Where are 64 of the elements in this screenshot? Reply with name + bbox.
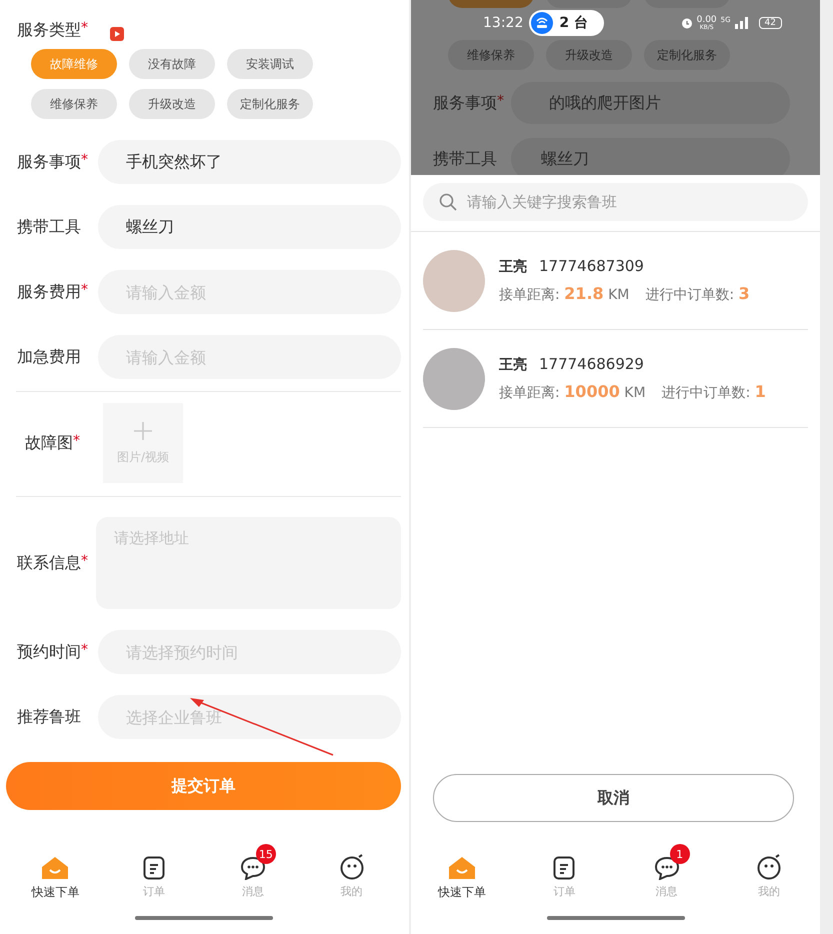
input-field: 的哦的爬开图片	[511, 82, 790, 124]
signal-icon	[734, 17, 749, 29]
service-type-chip[interactable]: 定制化服务	[227, 89, 313, 119]
play-icon	[110, 27, 124, 41]
service-type-chip[interactable]: 没有故障	[129, 49, 215, 79]
field-label: 服务类型	[17, 20, 81, 41]
field-label: 预约时间	[17, 642, 81, 662]
smiley-face-icon	[338, 854, 365, 880]
service-type-chip: 维修保养	[448, 40, 534, 70]
battery-indicator: 42	[758, 17, 782, 29]
tab-bar-item[interactable]: 15 消息	[212, 842, 293, 906]
house-icon	[448, 856, 476, 880]
worker-list-item[interactable]: 王亮 17774687309 接单距离: 21.8 KM 进行中订单数: 3	[423, 232, 808, 330]
service-type-chip: 升级改造	[546, 40, 632, 70]
tab-bar-item[interactable]: 快速下单	[15, 842, 96, 906]
distance-text: 接单距离: 10000 KM	[499, 382, 646, 402]
required-mark: *	[81, 642, 88, 658]
field-label: 推荐鲁班	[17, 706, 81, 728]
device-pill[interactable]: 2 台	[529, 10, 604, 36]
input-field[interactable]: 螺丝刀	[98, 205, 401, 249]
document-icon	[553, 856, 576, 880]
tab-bar-item[interactable]: 快速下单	[422, 842, 502, 906]
worker-phone: 17774686929	[539, 355, 644, 373]
required-mark: *	[73, 432, 80, 448]
smiley-face-icon	[756, 854, 782, 880]
required-mark: *	[81, 552, 88, 568]
tab-bar-item[interactable]: 1 消息	[626, 842, 707, 906]
document-icon	[143, 856, 166, 880]
unread-badge: 1	[670, 844, 690, 864]
required-mark: *	[81, 152, 88, 168]
input-field[interactable]: 手机突然坏了	[98, 140, 401, 184]
search-icon	[439, 193, 457, 211]
worker-phone: 17774687309	[539, 257, 644, 275]
router-icon	[531, 12, 554, 34]
required-mark: *	[81, 282, 88, 298]
house-icon	[41, 856, 70, 880]
active-orders-text: 进行中订单数: 1	[662, 382, 766, 402]
field-label: 故障图	[25, 432, 73, 454]
field-label: 携带工具	[17, 216, 81, 238]
cancel-button[interactable]: 取消	[433, 774, 794, 822]
service-type-chip[interactable]: 安装调试	[227, 49, 313, 79]
service-type-chip[interactable]: 维修保养	[31, 89, 117, 119]
field-label: 服务事项	[17, 152, 81, 172]
field-label: 联系信息	[17, 552, 81, 574]
worker-list-item[interactable]: 王亮 17774686929 接单距离: 10000 KM 进行中订单数: 1	[423, 330, 808, 428]
worker-name: 王亮	[499, 258, 527, 276]
alarm-clock-icon	[680, 17, 693, 29]
service-type-chip[interactable]: 升级改造	[129, 89, 215, 119]
active-orders-text: 进行中订单数: 3	[645, 284, 750, 304]
field-label: 加急费用	[17, 346, 81, 368]
input-field: 螺丝刀	[511, 138, 790, 175]
distance-text: 接单距离: 21.8 KM	[499, 284, 630, 304]
required-mark: *	[81, 20, 88, 36]
field-label: 服务事项	[433, 92, 497, 114]
field-label: 服务费用	[17, 282, 81, 302]
unread-badge: 15	[256, 844, 276, 864]
worker-name: 王亮	[499, 356, 527, 374]
service-type-chip: 定制化服务	[644, 40, 730, 70]
required-mark: *	[497, 92, 504, 110]
chat-bubble-icon	[654, 856, 680, 880]
status-time: 13:22	[483, 15, 524, 31]
plus-icon	[133, 420, 153, 440]
search-field[interactable]: 请输入关键字搜索鲁班	[423, 183, 808, 221]
field-label: 携带工具	[433, 148, 497, 170]
